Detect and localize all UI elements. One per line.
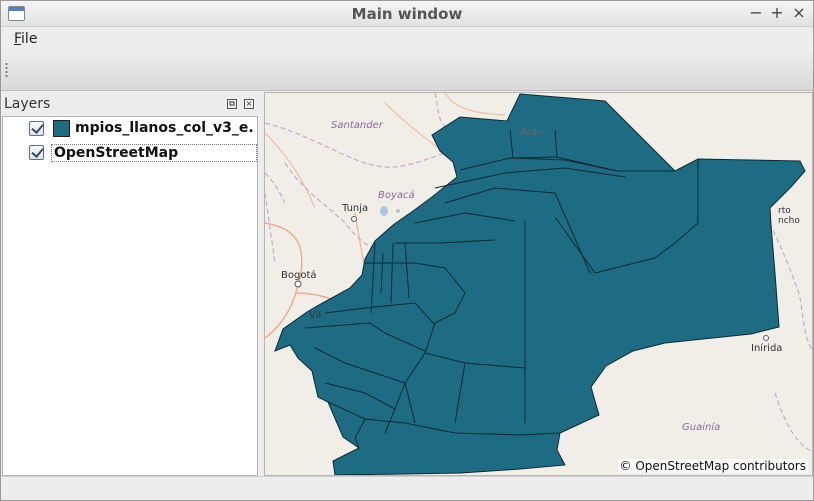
map-canvas[interactable]: Santander Boyacá Tunja Bogotá Vil Arau r… — [264, 92, 813, 476]
map-city-marker — [351, 216, 357, 222]
map-attribution[interactable]: © OpenStreetMap contributors — [617, 459, 808, 473]
status-bar — [1, 476, 813, 500]
layers-list: mpios_llanos_col_v3_e... OpenStreetMap — [2, 116, 258, 476]
close-button[interactable]: × — [790, 4, 808, 22]
toolbar — [1, 53, 813, 91]
map-label-guainia: Guainía — [682, 421, 720, 433]
main-window: Main window − + × File Layers ⧉ × mpios_… — [0, 0, 814, 501]
toolbar-grip-handle[interactable] — [5, 62, 8, 78]
layer-row-mpios[interactable]: mpios_llanos_col_v3_e... — [3, 117, 257, 141]
map-svg: Santander Boyacá Tunja Bogotá Vil Arau r… — [265, 93, 812, 475]
panel-float-icon[interactable]: ⧉ — [227, 99, 237, 109]
minimize-button[interactable]: − — [747, 4, 765, 22]
maximize-button[interactable]: + — [768, 4, 786, 22]
menu-file[interactable]: File — [14, 31, 37, 47]
map-label-bogota: Bogotá — [281, 269, 317, 281]
map-label-santander: Santander — [331, 120, 384, 131]
map-label-puerto-carreno-1: rto — [778, 206, 791, 216]
title-bar[interactable]: Main window − + × — [1, 1, 813, 27]
map-city-marker — [763, 335, 769, 341]
map-label-arauca: Arau — [520, 127, 543, 138]
menu-bar: File — [1, 27, 813, 53]
map-label-villavicencio: Vil — [309, 310, 321, 321]
map-lake — [380, 206, 388, 216]
layers-panel-title: Layers — [4, 96, 51, 112]
menu-file-mnemonic: F — [14, 31, 22, 47]
map-label-puerto-carreno-2: ncho — [778, 216, 800, 226]
layer-label: OpenStreetMap — [51, 144, 257, 162]
map-label-boyaca: Boyacá — [378, 189, 415, 201]
map-label-tunja: Tunja — [341, 203, 368, 214]
layer-visibility-checkbox[interactable] — [29, 121, 44, 136]
map-label-inirida: Inírida — [751, 342, 782, 354]
map-city-marker — [294, 280, 302, 288]
layers-panel: Layers ⧉ × mpios_llanos_col_v3_e... Open… — [1, 92, 259, 476]
llanos-region-polygon[interactable] — [274, 93, 806, 475]
municipalities-layer[interactable] — [274, 93, 806, 475]
layer-visibility-checkbox[interactable] — [29, 145, 44, 160]
layer-color-swatch — [53, 120, 70, 137]
map-lake — [396, 209, 400, 213]
panel-close-icon[interactable]: × — [244, 99, 254, 109]
window-title: Main window — [351, 5, 463, 23]
layer-label: mpios_llanos_col_v3_e... — [75, 120, 255, 136]
menu-file-label: ile — [21, 31, 38, 47]
layer-row-openstreetmap[interactable]: OpenStreetMap — [3, 141, 257, 165]
